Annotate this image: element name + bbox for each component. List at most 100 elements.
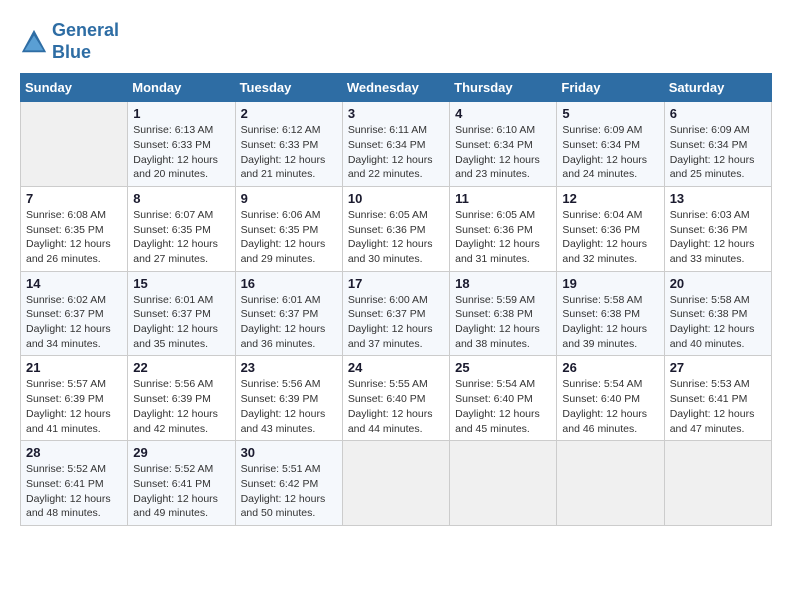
day-info: Sunrise: 6:05 AM Sunset: 6:36 PM Dayligh… [455,208,551,267]
day-number: 18 [455,276,551,291]
header-wednesday: Wednesday [342,74,449,102]
day-number: 28 [26,445,122,460]
day-info: Sunrise: 6:00 AM Sunset: 6:37 PM Dayligh… [348,293,444,352]
day-info: Sunrise: 5:55 AM Sunset: 6:40 PM Dayligh… [348,377,444,436]
day-number: 13 [670,191,766,206]
day-number: 4 [455,106,551,121]
calendar-cell [664,441,771,526]
page-header: General Blue [20,20,772,63]
calendar-cell: 24 Sunrise: 5:55 AM Sunset: 6:40 PM Dayli… [342,356,449,441]
day-info: Sunrise: 6:11 AM Sunset: 6:34 PM Dayligh… [348,123,444,182]
day-info: Sunrise: 6:07 AM Sunset: 6:35 PM Dayligh… [133,208,229,267]
calendar-cell: 8 Sunrise: 6:07 AM Sunset: 6:35 PM Daylig… [128,186,235,271]
calendar-cell: 10 Sunrise: 6:05 AM Sunset: 6:36 PM Dayli… [342,186,449,271]
calendar-cell [342,441,449,526]
header-monday: Monday [128,74,235,102]
day-info: Sunrise: 5:59 AM Sunset: 6:38 PM Dayligh… [455,293,551,352]
day-number: 26 [562,360,658,375]
day-info: Sunrise: 6:06 AM Sunset: 6:35 PM Dayligh… [241,208,337,267]
calendar-cell: 11 Sunrise: 6:05 AM Sunset: 6:36 PM Dayli… [450,186,557,271]
calendar-header-row: SundayMondayTuesdayWednesdayThursdayFrid… [21,74,772,102]
calendar-cell: 14Sunrise: 6:02 AM Sunset: 6:37 PM Dayli… [21,271,128,356]
calendar-cell: 22 Sunrise: 5:56 AM Sunset: 6:39 PM Dayli… [128,356,235,441]
day-info: Sunrise: 6:13 AM Sunset: 6:33 PM Dayligh… [133,123,229,182]
calendar-cell: 20 Sunrise: 5:58 AM Sunset: 6:38 PM Dayli… [664,271,771,356]
day-number: 27 [670,360,766,375]
day-number: 12 [562,191,658,206]
calendar-cell: 12 Sunrise: 6:04 AM Sunset: 6:36 PM Dayli… [557,186,664,271]
day-number: 23 [241,360,337,375]
day-number: 16 [241,276,337,291]
day-number: 10 [348,191,444,206]
calendar-week-3: 14Sunrise: 6:02 AM Sunset: 6:37 PM Dayli… [21,271,772,356]
calendar-week-1: 1 Sunrise: 6:13 AM Sunset: 6:33 PM Daylig… [21,102,772,187]
day-info: Sunrise: 6:12 AM Sunset: 6:33 PM Dayligh… [241,123,337,182]
day-number: 19 [562,276,658,291]
day-info: Sunrise: 6:03 AM Sunset: 6:36 PM Dayligh… [670,208,766,267]
logo-icon [20,28,48,56]
day-number: 2 [241,106,337,121]
logo: General Blue [20,20,119,63]
calendar-cell: 9 Sunrise: 6:06 AM Sunset: 6:35 PM Daylig… [235,186,342,271]
calendar-week-5: 28 Sunrise: 5:52 AM Sunset: 6:41 PM Dayli… [21,441,772,526]
day-number: 21 [26,360,122,375]
day-info: Sunrise: 5:56 AM Sunset: 6:39 PM Dayligh… [133,377,229,436]
calendar-cell: 4 Sunrise: 6:10 AM Sunset: 6:34 PM Daylig… [450,102,557,187]
day-number: 15 [133,276,229,291]
calendar-cell: 17Sunrise: 6:00 AM Sunset: 6:37 PM Dayli… [342,271,449,356]
calendar-cell: 5 Sunrise: 6:09 AM Sunset: 6:34 PM Daylig… [557,102,664,187]
day-info: Sunrise: 5:56 AM Sunset: 6:39 PM Dayligh… [241,377,337,436]
day-number: 8 [133,191,229,206]
day-number: 11 [455,191,551,206]
day-info: Sunrise: 5:54 AM Sunset: 6:40 PM Dayligh… [562,377,658,436]
calendar-week-2: 7 Sunrise: 6:08 AM Sunset: 6:35 PM Daylig… [21,186,772,271]
day-number: 1 [133,106,229,121]
day-info: Sunrise: 5:54 AM Sunset: 6:40 PM Dayligh… [455,377,551,436]
day-number: 3 [348,106,444,121]
header-sunday: Sunday [21,74,128,102]
day-info: Sunrise: 5:51 AM Sunset: 6:42 PM Dayligh… [241,462,337,521]
calendar-cell: 29 Sunrise: 5:52 AM Sunset: 6:41 PM Dayli… [128,441,235,526]
calendar-cell: 15 Sunrise: 6:01 AM Sunset: 6:37 PM Dayli… [128,271,235,356]
day-info: Sunrise: 6:09 AM Sunset: 6:34 PM Dayligh… [562,123,658,182]
header-friday: Friday [557,74,664,102]
day-number: 6 [670,106,766,121]
day-info: Sunrise: 5:58 AM Sunset: 6:38 PM Dayligh… [670,293,766,352]
day-info: Sunrise: 5:52 AM Sunset: 6:41 PM Dayligh… [133,462,229,521]
calendar-cell: 1 Sunrise: 6:13 AM Sunset: 6:33 PM Daylig… [128,102,235,187]
calendar-cell: 19 Sunrise: 5:58 AM Sunset: 6:38 PM Dayli… [557,271,664,356]
day-info: Sunrise: 6:10 AM Sunset: 6:34 PM Dayligh… [455,123,551,182]
calendar-cell: 23 Sunrise: 5:56 AM Sunset: 6:39 PM Dayli… [235,356,342,441]
day-number: 22 [133,360,229,375]
calendar-cell [557,441,664,526]
day-number: 20 [670,276,766,291]
header-tuesday: Tuesday [235,74,342,102]
calendar-week-4: 21 Sunrise: 5:57 AM Sunset: 6:39 PM Dayli… [21,356,772,441]
day-number: 25 [455,360,551,375]
day-info: Sunrise: 5:58 AM Sunset: 6:38 PM Dayligh… [562,293,658,352]
calendar-cell: 25 Sunrise: 5:54 AM Sunset: 6:40 PM Dayli… [450,356,557,441]
day-number: 5 [562,106,658,121]
day-number: 30 [241,445,337,460]
day-number: 7 [26,191,122,206]
day-info: Sunrise: 6:01 AM Sunset: 6:37 PM Dayligh… [133,293,229,352]
day-number: 24 [348,360,444,375]
day-info: Sunrise: 6:04 AM Sunset: 6:36 PM Dayligh… [562,208,658,267]
day-info: Sunrise: 6:08 AM Sunset: 6:35 PM Dayligh… [26,208,122,267]
day-info: Sunrise: 6:05 AM Sunset: 6:36 PM Dayligh… [348,208,444,267]
header-saturday: Saturday [664,74,771,102]
calendar-cell: 26 Sunrise: 5:54 AM Sunset: 6:40 PM Dayli… [557,356,664,441]
day-info: Sunrise: 5:53 AM Sunset: 6:41 PM Dayligh… [670,377,766,436]
calendar-cell: 28 Sunrise: 5:52 AM Sunset: 6:41 PM Dayli… [21,441,128,526]
day-info: Sunrise: 6:01 AM Sunset: 6:37 PM Dayligh… [241,293,337,352]
day-info: Sunrise: 6:02 AM Sunset: 6:37 PM Dayligh… [26,293,122,352]
calendar-cell [450,441,557,526]
calendar: SundayMondayTuesdayWednesdayThursdayFrid… [20,73,772,526]
day-info: Sunrise: 6:09 AM Sunset: 6:34 PM Dayligh… [670,123,766,182]
day-number: 29 [133,445,229,460]
calendar-cell: 27 Sunrise: 5:53 AM Sunset: 6:41 PM Dayli… [664,356,771,441]
calendar-cell: 3 Sunrise: 6:11 AM Sunset: 6:34 PM Daylig… [342,102,449,187]
day-info: Sunrise: 5:57 AM Sunset: 6:39 PM Dayligh… [26,377,122,436]
day-number: 9 [241,191,337,206]
day-info: Sunrise: 5:52 AM Sunset: 6:41 PM Dayligh… [26,462,122,521]
